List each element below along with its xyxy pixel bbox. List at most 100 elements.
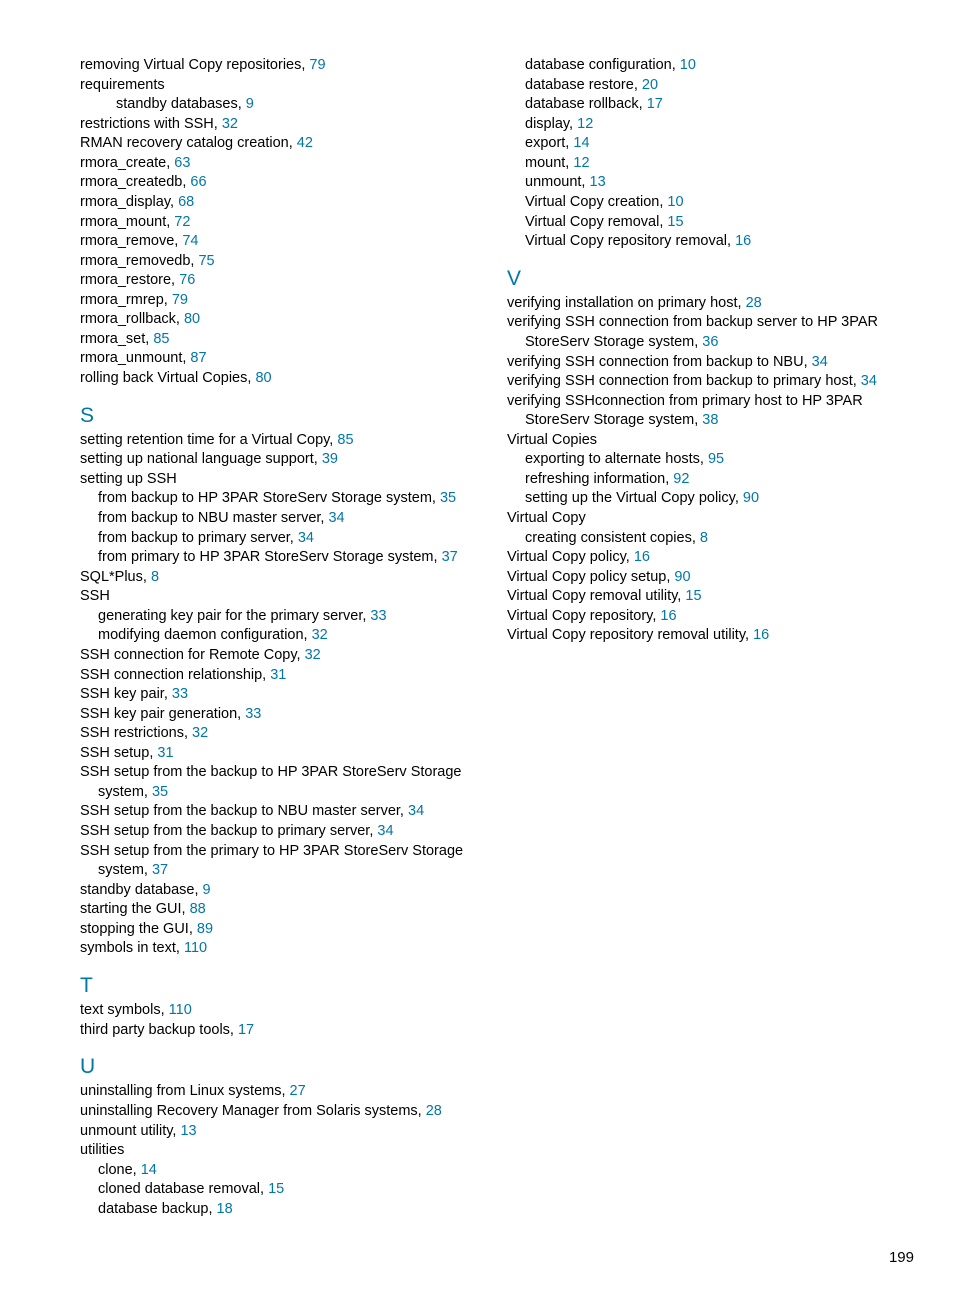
page-link[interactable]: 33 (245, 706, 261, 722)
page-link[interactable]: 9 (203, 882, 211, 898)
page-link[interactable]: 95 (708, 451, 724, 467)
page-link[interactable]: 13 (590, 174, 606, 190)
index-entry: restrictions with SSH, 32 (80, 115, 487, 135)
page-link[interactable]: 8 (151, 569, 159, 585)
page-link[interactable]: 87 (190, 350, 206, 366)
page-link[interactable]: 36 (702, 334, 718, 350)
page-link[interactable]: 34 (861, 373, 877, 389)
index-entry: standby database, 9 (80, 881, 487, 901)
page-link[interactable]: 17 (647, 96, 663, 112)
index-entry: rmora_remove, 74 (80, 232, 487, 252)
page-link[interactable]: 32 (312, 627, 328, 643)
index-entry: rmora_rmrep, 79 (80, 291, 487, 311)
page-link[interactable]: 37 (152, 862, 168, 878)
index-entry: Virtual Copies (507, 431, 914, 451)
page-link[interactable]: 37 (442, 549, 458, 565)
page-link[interactable]: 89 (197, 921, 213, 937)
page-link[interactable]: 66 (190, 174, 206, 190)
page-link[interactable]: 13 (180, 1123, 196, 1139)
page-link[interactable]: 75 (198, 253, 214, 269)
index-entry: RMAN recovery catalog creation, 42 (80, 134, 487, 154)
page-link[interactable]: 16 (634, 549, 650, 565)
page-link[interactable]: 90 (743, 490, 759, 506)
right-column: database configuration, 10database resto… (507, 56, 914, 1219)
page-link[interactable]: 31 (270, 667, 286, 683)
page-link[interactable]: 32 (192, 725, 208, 741)
page-link[interactable]: 34 (377, 823, 393, 839)
page-link[interactable]: 32 (222, 116, 238, 132)
page-link[interactable]: 80 (184, 311, 200, 327)
page-link[interactable]: 16 (735, 233, 751, 249)
page-link[interactable]: 15 (685, 588, 701, 604)
page-link[interactable]: 72 (174, 214, 190, 230)
entry-text: rmora_createdb, (80, 174, 186, 190)
entry-text: rmora_rmrep, (80, 292, 168, 308)
page-link[interactable]: 88 (190, 901, 206, 917)
index-entry: rmora_create, 63 (80, 154, 487, 174)
entry-text: database rollback, (525, 96, 643, 112)
page-link[interactable]: 34 (812, 354, 828, 370)
page-link[interactable]: 63 (174, 155, 190, 171)
index-entry: verifying installation on primary host, … (507, 294, 914, 314)
page-link[interactable]: 74 (182, 233, 198, 249)
entry-text: refreshing information, (525, 471, 669, 487)
page-link[interactable]: 38 (702, 412, 718, 428)
page-link[interactable]: 12 (577, 116, 593, 132)
page-link[interactable]: 27 (290, 1083, 306, 1099)
page-link[interactable]: 32 (305, 647, 321, 663)
page-link[interactable]: 34 (298, 530, 314, 546)
page-link[interactable]: 16 (660, 608, 676, 624)
page-link[interactable]: 14 (141, 1162, 157, 1178)
page-link[interactable]: 92 (673, 471, 689, 487)
page-link[interactable]: 28 (746, 295, 762, 311)
entry-text: standby databases, (116, 96, 242, 112)
page-link[interactable]: 33 (370, 608, 386, 624)
index-entry: stopping the GUI, 89 (80, 920, 487, 940)
page-link[interactable]: 15 (667, 214, 683, 230)
page-link[interactable]: 35 (152, 784, 168, 800)
page-link[interactable]: 15 (268, 1181, 284, 1197)
page-link[interactable]: 28 (426, 1103, 442, 1119)
page-link[interactable]: 34 (408, 803, 424, 819)
entry-text: restrictions with SSH, (80, 116, 218, 132)
index-entry: database configuration, 10 (507, 56, 914, 76)
page-link[interactable]: 9 (246, 96, 254, 112)
page-link[interactable]: 76 (179, 272, 195, 288)
page-link[interactable]: 110 (169, 1002, 192, 1018)
page-link[interactable]: 39 (322, 451, 338, 467)
page-link[interactable]: 10 (680, 57, 696, 73)
page-link[interactable]: 31 (157, 745, 173, 761)
index-entry: database rollback, 17 (507, 95, 914, 115)
page-link[interactable]: 33 (172, 686, 188, 702)
page-link[interactable]: 35 (440, 490, 456, 506)
page-link[interactable]: 8 (700, 530, 708, 546)
index-entry: setting up national language support, 39 (80, 450, 487, 470)
page-link[interactable]: 68 (178, 194, 194, 210)
index-entry: SSH key pair, 33 (80, 685, 487, 705)
index-entry: third party backup tools, 17 (80, 1021, 487, 1041)
section-heading: S (80, 403, 487, 428)
entry-text: rmora_mount, (80, 214, 170, 230)
index-entry: requirements (80, 76, 487, 96)
page-link[interactable]: 90 (674, 569, 690, 585)
entry-text: SSH (80, 588, 110, 604)
page-link[interactable]: 18 (217, 1201, 233, 1217)
page-link[interactable]: 42 (297, 135, 313, 151)
page-link[interactable]: 85 (153, 331, 169, 347)
page-link[interactable]: 85 (337, 432, 353, 448)
page-link[interactable]: 12 (573, 155, 589, 171)
page-link[interactable]: 14 (573, 135, 589, 151)
index-entry: rmora_removedb, 75 (80, 252, 487, 272)
page-link[interactable]: 34 (328, 510, 344, 526)
index-columns: removing Virtual Copy repositories, 79re… (80, 56, 914, 1219)
page-link[interactable]: 110 (184, 940, 207, 956)
page-link[interactable]: 80 (255, 370, 271, 386)
page-link[interactable]: 79 (309, 57, 325, 73)
page-link[interactable]: 10 (667, 194, 683, 210)
page-link[interactable]: 79 (172, 292, 188, 308)
page-link[interactable]: 20 (642, 77, 658, 93)
page-link[interactable]: 17 (238, 1022, 254, 1038)
page-link[interactable]: 16 (753, 627, 769, 643)
entry-text: SSH restrictions, (80, 725, 188, 741)
index-entry: verifying SSHconnection from primary hos… (507, 392, 914, 431)
